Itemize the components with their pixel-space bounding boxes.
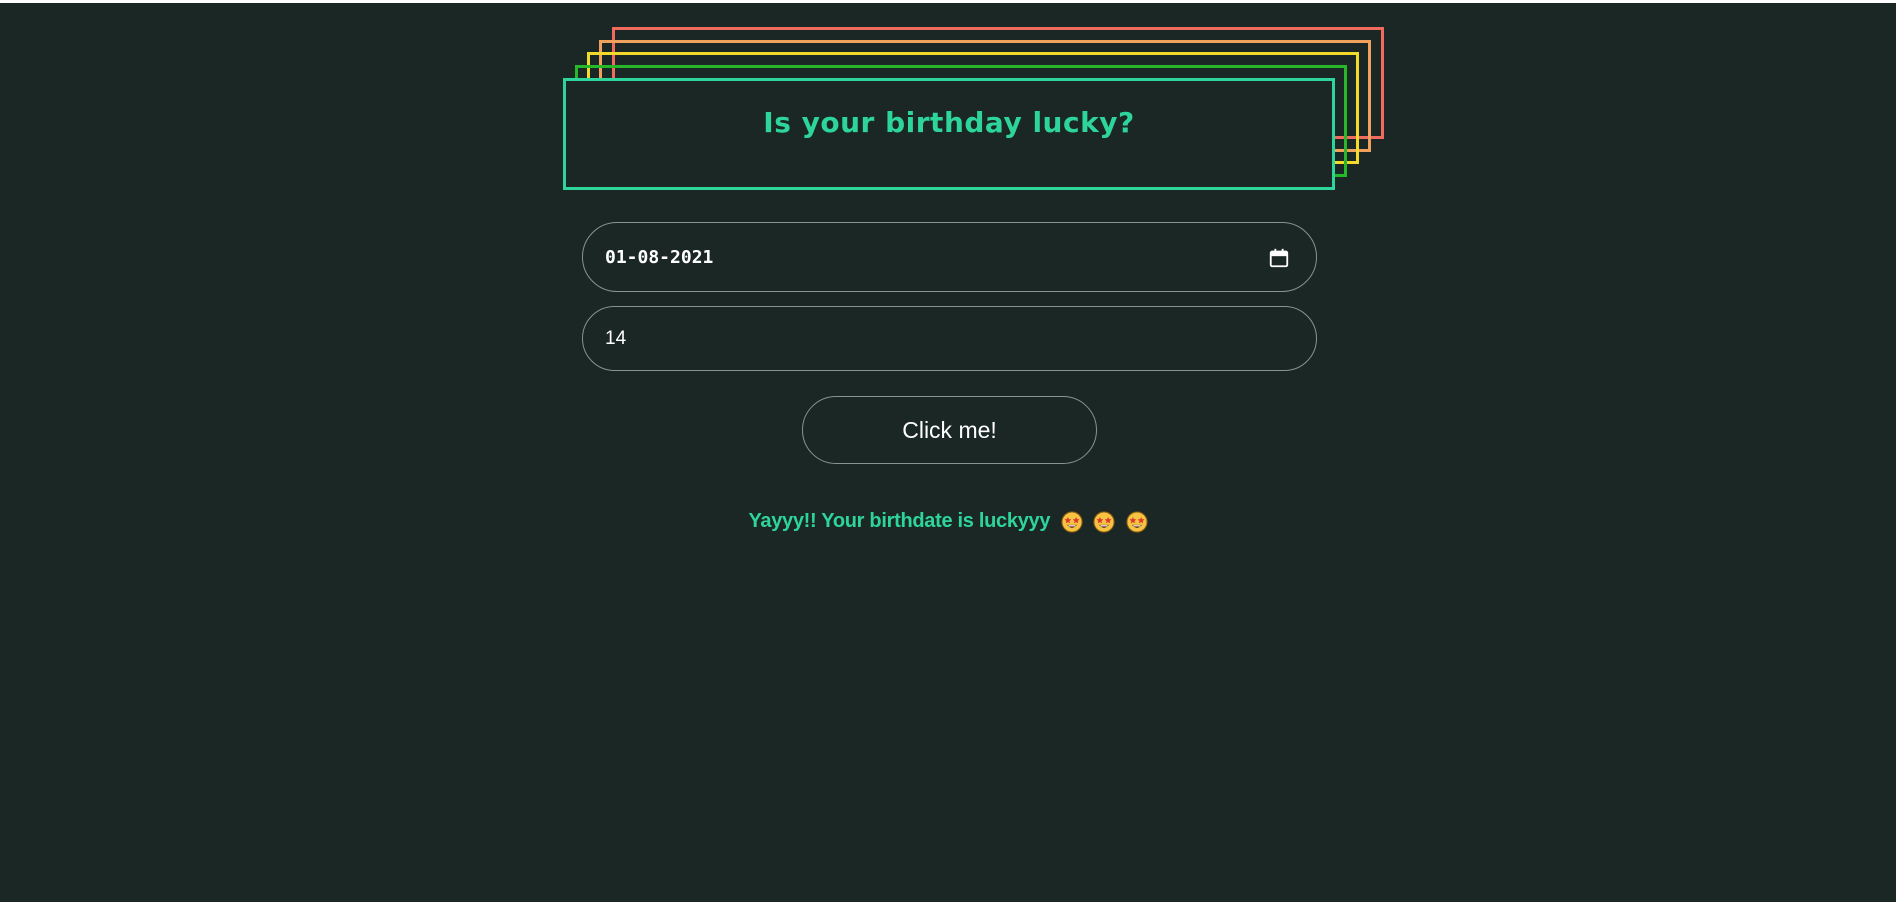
star-struck-icon	[1125, 510, 1148, 533]
title-card: Is your birthday lucky?	[563, 78, 1335, 190]
page-title: Is your birthday lucky?	[763, 106, 1135, 139]
calendar-icon[interactable]	[1268, 247, 1290, 269]
star-struck-icon	[1093, 510, 1115, 533]
top-edge-strip	[0, 0, 1896, 3]
star-struck-icon	[1060, 510, 1083, 533]
lucky-number-value: 14	[605, 328, 627, 349]
birthdate-value: 01-08-2021	[605, 247, 714, 268]
check-button[interactable]: Click me!	[802, 396, 1097, 464]
birthdate-input[interactable]: 01-08-2021	[582, 222, 1317, 292]
result-message: Yayyy!! Your birthdate is luckyyy	[0, 510, 1896, 533]
result-text: Yayyy!! Your birthdate is luckyyy	[748, 510, 1051, 532]
lucky-number-input[interactable]: 14	[582, 306, 1317, 371]
